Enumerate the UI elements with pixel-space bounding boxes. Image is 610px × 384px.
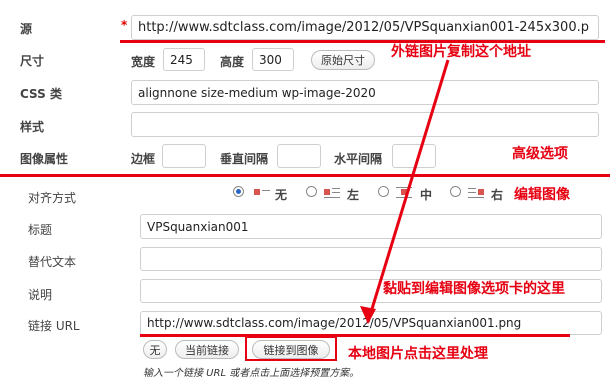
edit-image-note: 编辑图像: [514, 187, 570, 203]
paste-here-note: 黏贴到编辑图像选项卡的这里: [383, 281, 565, 297]
copy-external-note: 外链图片复制这个地址: [391, 44, 531, 60]
local-image-note: 本地图片点击这里处理: [348, 346, 488, 362]
advanced-options-note: 高级选项: [512, 146, 568, 162]
